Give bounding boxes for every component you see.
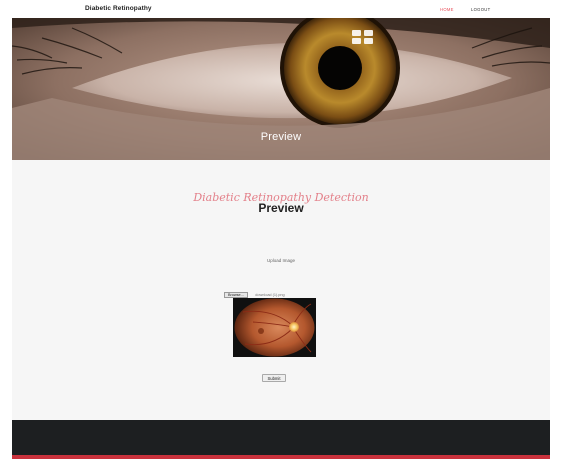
page: Diabetic Retinopathy HOME LOGOUT Preview… bbox=[0, 0, 563, 459]
top-navbar: Diabetic Retinopathy HOME LOGOUT bbox=[12, 0, 550, 19]
fundus-image bbox=[233, 298, 316, 357]
retina-preview-image bbox=[233, 298, 316, 357]
hero-title: Preview bbox=[260, 131, 302, 143]
nav-home-link[interactable]: HOME bbox=[440, 7, 454, 12]
submit-button[interactable]: Submit bbox=[262, 374, 286, 382]
upload-image-label: Upload Image bbox=[266, 258, 296, 263]
main-content: Diabetic Retinopathy Detection Preview U… bbox=[12, 160, 550, 420]
footer bbox=[12, 420, 550, 456]
hero-banner: Preview bbox=[12, 18, 550, 160]
footer-accent-bar bbox=[12, 455, 550, 459]
section-heading: Preview bbox=[258, 201, 304, 215]
brand-title[interactable]: Diabetic Retinopathy bbox=[85, 5, 152, 12]
nav-logout-link[interactable]: LOGOUT bbox=[471, 7, 490, 12]
